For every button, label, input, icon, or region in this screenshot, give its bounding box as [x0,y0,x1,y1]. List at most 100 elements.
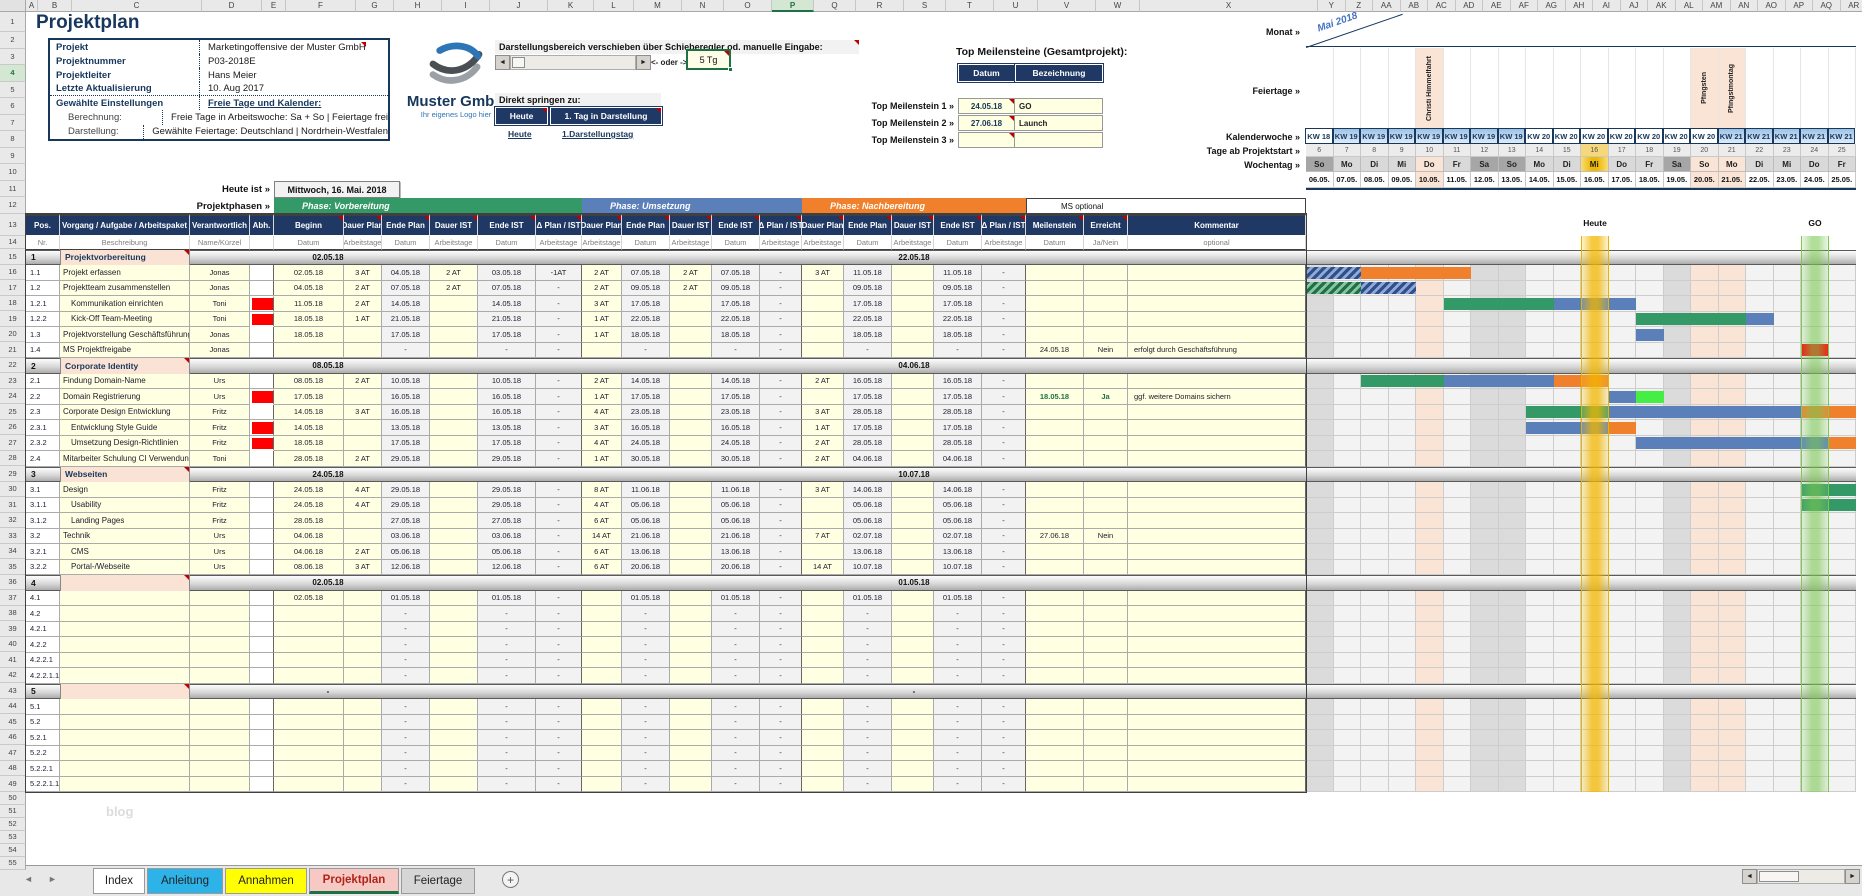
task-cell[interactable]: 05.06.18 [844,498,892,514]
task-cell[interactable]: 27.05.18 [478,513,536,529]
task-cell[interactable]: 14.05.18 [622,374,670,390]
task-cell[interactable]: - [844,668,892,684]
task-cell[interactable]: 4.2.2.1 [26,653,60,669]
task-cell[interactable] [892,699,934,715]
scroll-right-icon[interactable]: ► [636,55,651,70]
col-letter[interactable]: P [772,0,814,12]
task-cell[interactable] [670,622,712,638]
task-cell[interactable] [582,668,622,684]
gantt-day-cell[interactable] [1306,668,1334,684]
gantt-day-cell[interactable] [1581,544,1609,560]
task-cell[interactable] [670,715,712,731]
hscroll-left-icon[interactable]: ◄ [1742,869,1757,884]
gantt-day-cell[interactable] [1746,730,1774,746]
task-cell[interactable] [190,715,250,731]
task-cell[interactable]: - [844,761,892,777]
task-cell[interactable]: 18.05.18 [712,327,760,343]
column-header-cell[interactable]: Dauer Plan [344,214,382,236]
task-cell[interactable]: 29.05.18 [478,482,536,498]
task-cell[interactable]: 1.2 [26,281,60,297]
column-header-cell[interactable]: Meilenstein [1026,214,1084,236]
gantt-day-cell[interactable] [1389,622,1417,638]
task-cell[interactable] [670,777,712,793]
task-cell[interactable] [892,343,934,359]
task-cell[interactable]: 17.05.18 [622,296,670,312]
task-cell[interactable]: - [982,606,1026,622]
column-header-cell[interactable]: Δ Plan / IST [760,214,802,236]
gantt-day-cell[interactable] [1306,746,1334,762]
task-cell[interactable] [892,482,934,498]
gantt-day-cell[interactable] [1444,420,1472,436]
gantt-day-cell[interactable] [1416,777,1444,793]
gantt-day-cell[interactable] [1829,715,1857,731]
gantt-day-cell[interactable] [1416,281,1444,297]
task-cell[interactable]: 08.06.18 [274,560,344,576]
task-cell[interactable] [60,715,190,731]
task-cell[interactable]: Entwicklung Style Guide [60,420,190,436]
task-cell[interactable]: - [382,668,430,684]
gantt-day-cell[interactable] [1801,296,1829,312]
gantt-day-cell[interactable] [1499,622,1527,638]
gantt-day-cell[interactable] [1581,529,1609,545]
task-cell[interactable]: - [760,544,802,560]
task-cell[interactable]: 3 AT [802,265,844,281]
gantt-day-cell[interactable] [1554,389,1582,405]
gantt-day-cell[interactable] [1554,746,1582,762]
col-letter[interactable]: AK [1648,0,1676,12]
project-day-number-cell[interactable]: 8 [1361,144,1389,157]
gantt-day-cell[interactable] [1774,715,1802,731]
milestone-3-name[interactable] [1015,132,1103,148]
calendar-week-cell[interactable]: KW 20 [1580,128,1608,144]
weekday-cell[interactable]: Mo [1334,157,1362,172]
row-number[interactable]: 35 [0,559,26,575]
task-cell[interactable]: 09.05.18 [712,281,760,297]
task-cell[interactable] [802,653,844,669]
task-cell[interactable] [1026,281,1084,297]
gantt-day-cell[interactable] [1636,498,1664,514]
task-cell[interactable]: - [760,389,802,405]
col-letter[interactable]: AP [1786,0,1814,12]
task-cell[interactable]: 23.05.18 [712,405,760,421]
task-cell[interactable]: 18.05.18 [274,312,344,328]
task-cell[interactable] [60,606,190,622]
gantt-day-cell[interactable] [1581,653,1609,669]
jump-today-button[interactable]: Heute [495,107,548,125]
task-cell[interactable]: 28.05.18 [844,405,892,421]
row-number[interactable]: 48 [0,761,26,777]
task-cell[interactable] [344,513,382,529]
gantt-day-cell[interactable] [1801,389,1829,405]
gantt-day-cell[interactable] [1664,389,1692,405]
gantt-day-cell[interactable] [1774,327,1802,343]
gantt-day-cell[interactable] [1746,529,1774,545]
gantt-day-cell[interactable] [1306,389,1334,405]
gantt-day-cell[interactable] [1691,343,1719,359]
gantt-day-cell[interactable] [1829,265,1857,281]
task-cell[interactable]: - [382,343,430,359]
task-cell[interactable] [430,622,478,638]
scroll-left-icon[interactable]: ◄ [495,55,510,70]
task-cell[interactable]: 04.06.18 [934,451,982,467]
gantt-day-cell[interactable] [1526,730,1554,746]
task-cell[interactable]: - [760,374,802,390]
task-cell[interactable]: 3.2.1 [26,544,60,560]
gantt-day-cell[interactable] [1389,405,1417,421]
gantt-day-cell[interactable] [1444,715,1472,731]
gantt-day-cell[interactable] [1444,327,1472,343]
task-cell[interactable]: - [712,761,760,777]
task-cell[interactable]: - [536,312,582,328]
task-cell[interactable] [1084,777,1128,793]
gantt-day-cell[interactable] [1471,730,1499,746]
task-cell[interactable]: ggf. weitere Domains sichern [1128,389,1306,405]
gantt-day-cell[interactable] [1444,451,1472,467]
gantt-day-cell[interactable] [1829,622,1857,638]
days-offset-input[interactable]: 5 Tg [686,49,731,70]
task-cell[interactable]: 2 AT [344,451,382,467]
task-cell[interactable]: 2.4 [26,451,60,467]
task-cell[interactable] [430,730,478,746]
col-letter[interactable]: X [1140,0,1318,12]
gantt-day-cell[interactable] [1774,281,1802,297]
task-cell[interactable] [892,591,934,607]
task-cell[interactable]: 2.2 [26,389,60,405]
task-cell[interactable]: - [982,451,1026,467]
task-cell[interactable] [670,746,712,762]
